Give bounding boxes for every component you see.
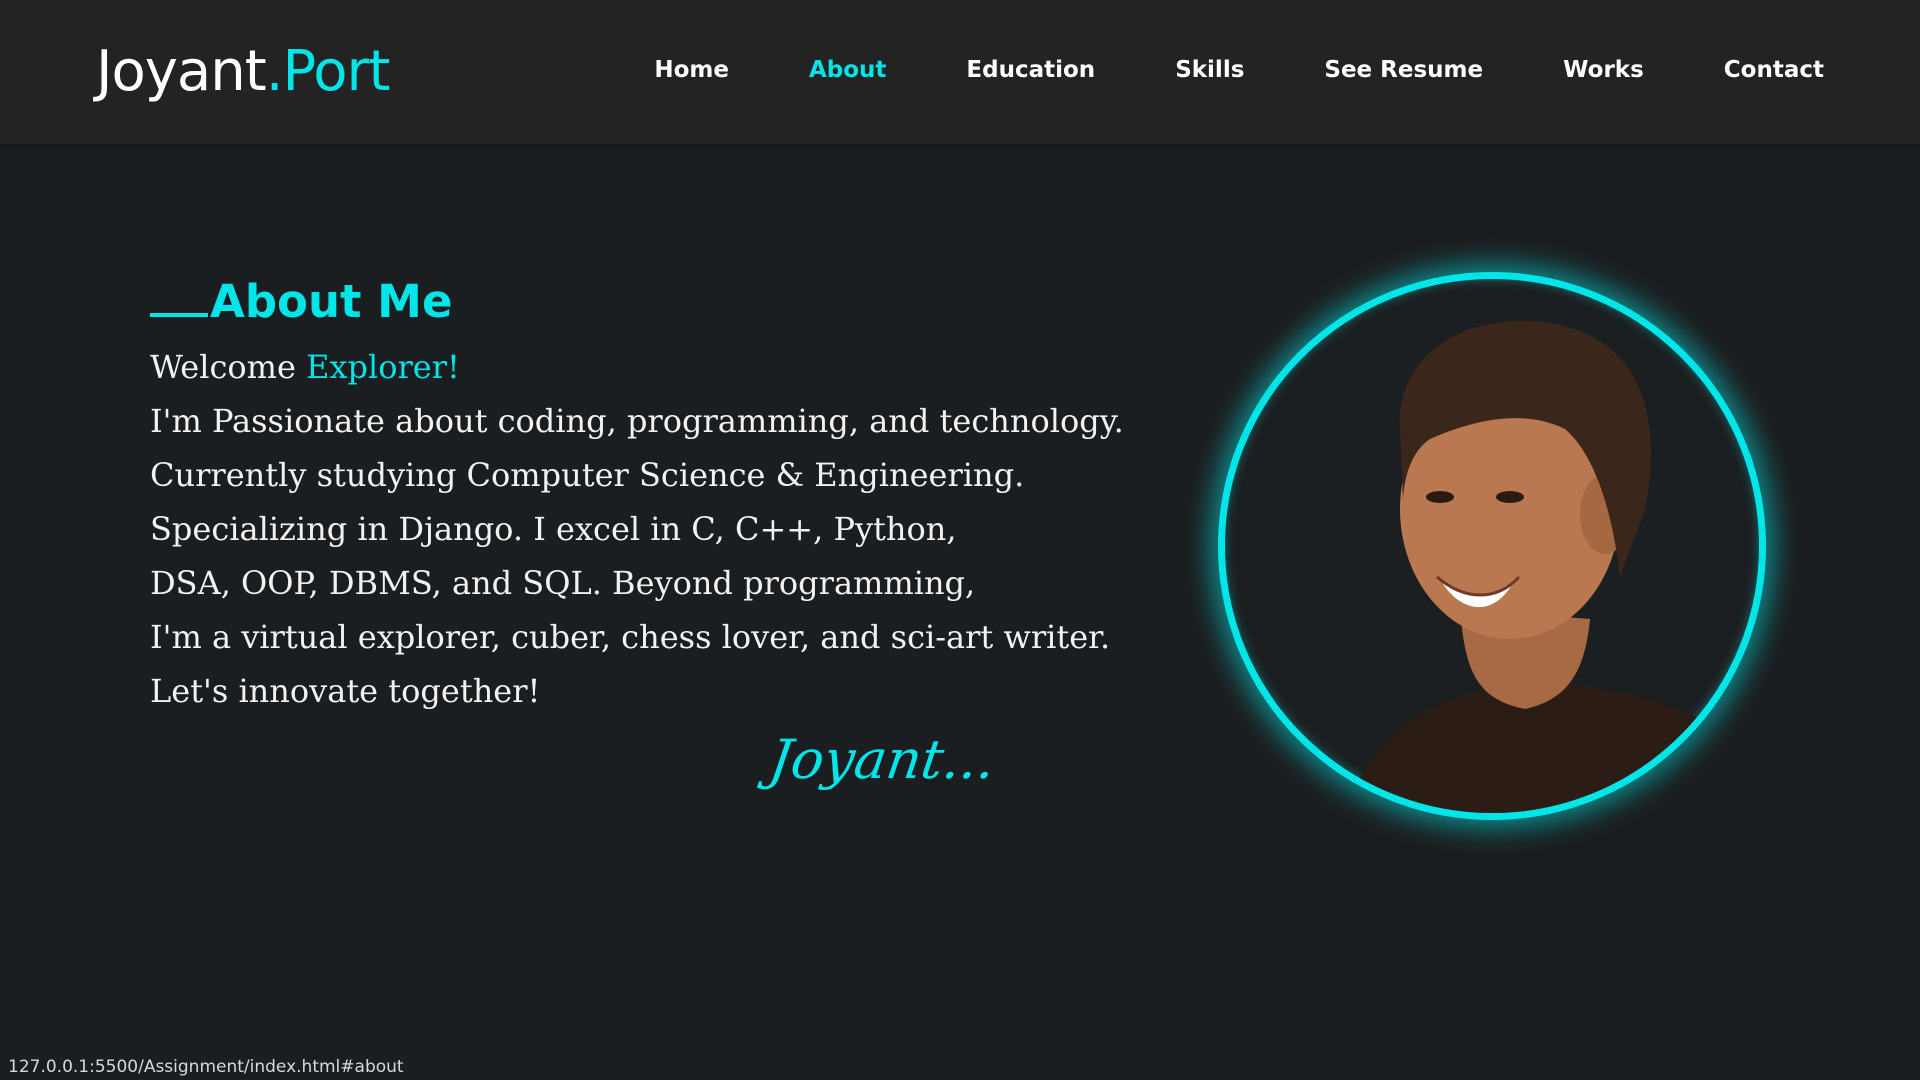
greeting-text: Welcome xyxy=(150,348,296,386)
about-title: About Me xyxy=(150,272,452,332)
profile-photo-illustration xyxy=(1345,320,1759,813)
about-section: About Me Welcome Explorer! I'm Passionat… xyxy=(0,144,1920,1080)
about-line: Specializing in Django. I excel in C, C+… xyxy=(150,510,957,548)
nav-menu: Home About Education Skills See Resume W… xyxy=(574,50,1824,90)
nav-link-about[interactable]: About xyxy=(809,57,886,83)
about-line: I'm Passionate about coding, programming… xyxy=(150,402,1124,440)
greeting-line: Welcome Explorer! xyxy=(150,340,1010,394)
nav-link-see-resume[interactable]: See Resume xyxy=(1324,57,1483,83)
nav-link-contact[interactable]: Contact xyxy=(1724,57,1824,83)
about-title-text: About Me xyxy=(210,275,453,328)
nav-link-education[interactable]: Education xyxy=(966,57,1095,83)
about-text: Welcome Explorer! I'm Passionate about c… xyxy=(150,340,1124,718)
nav-link-skills[interactable]: Skills xyxy=(1175,57,1244,83)
about-line: I'm a virtual explorer, cuber, chess lov… xyxy=(150,618,1111,656)
greeting-accent: Explorer! xyxy=(306,348,460,386)
profile-photo xyxy=(1218,272,1766,820)
status-bar-url: 127.0.0.1:5500/Assignment/index.html#abo… xyxy=(0,1054,412,1080)
nav-link-home[interactable]: Home xyxy=(654,57,729,83)
logo-dot: . xyxy=(265,39,284,104)
signature: Joyant... xyxy=(765,728,1000,791)
logo-name: Joyant xyxy=(96,39,267,104)
logo-suffix: Port xyxy=(282,39,391,104)
navbar: Joyant.Port Home About Education Skills … xyxy=(0,0,1920,144)
about-line: Let's innovate together! xyxy=(150,672,541,710)
site-logo[interactable]: Joyant.Port xyxy=(96,36,391,108)
about-line: Currently studying Computer Science & En… xyxy=(150,456,1025,494)
nav-link-works[interactable]: Works xyxy=(1563,57,1644,83)
title-underline-decoration xyxy=(150,283,208,317)
about-line: DSA, OOP, DBMS, and SQL. Beyond programm… xyxy=(150,564,976,602)
